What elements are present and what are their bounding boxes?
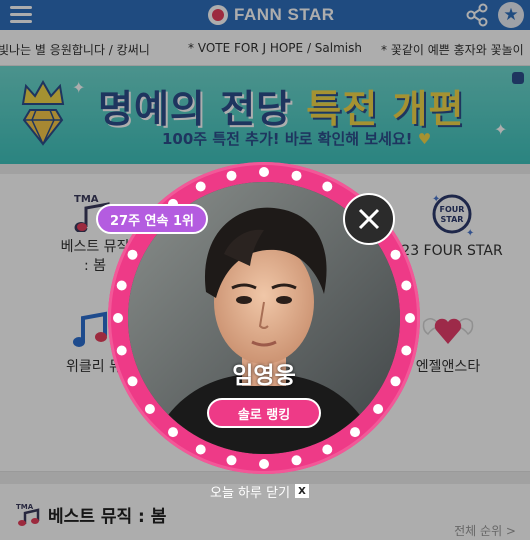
dismiss-today-button[interactable]: 오늘 하루 닫기 X: [210, 481, 310, 501]
solo-ranking-button[interactable]: 솔로 랭킹: [207, 398, 321, 428]
close-popup-button[interactable]: [343, 193, 395, 245]
close-icon: [358, 208, 380, 230]
dismiss-today-label: 오늘 하루 닫기: [210, 485, 291, 501]
dismiss-x-icon[interactable]: X: [295, 484, 310, 498]
artist-name: 임영웅: [232, 363, 296, 389]
rank-streak-badge: 27주 연속 1위: [96, 204, 208, 234]
